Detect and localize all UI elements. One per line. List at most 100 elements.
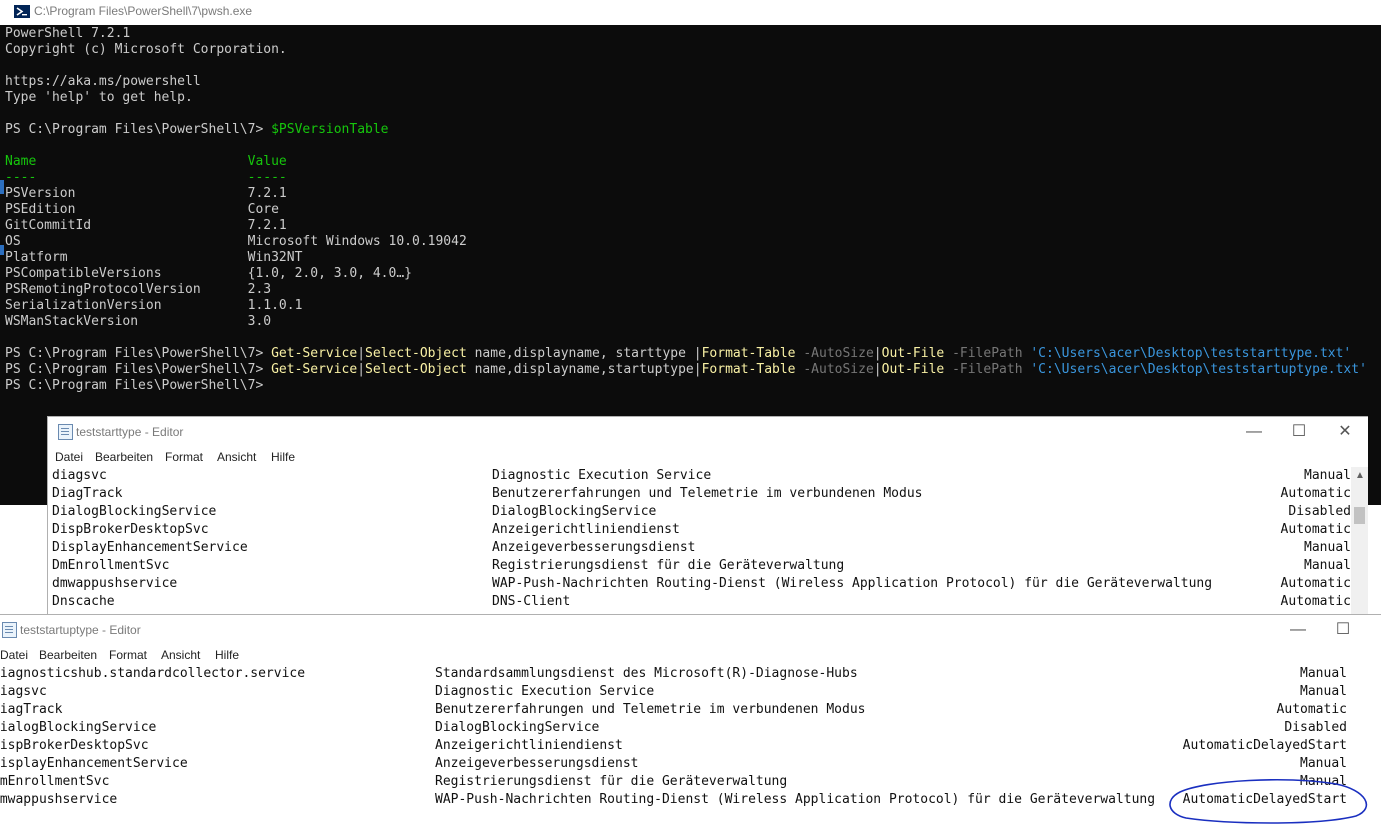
- terminal-text: |: [873, 346, 882, 361]
- service-name: DialogBlockingService: [0, 720, 157, 735]
- terminal-text: |: [693, 362, 702, 377]
- service-name: Dnscache: [52, 594, 115, 609]
- service-name: DispBrokerDesktopSvc: [52, 522, 209, 537]
- terminal-line: Copyright (c) Microsoft Corporation.: [5, 42, 1381, 58]
- menu-bearbeiten[interactable]: Bearbeiten: [95, 450, 153, 464]
- menu-hilfe[interactable]: Hilfe: [271, 450, 295, 464]
- editor-window-teststarttype[interactable]: teststarttype - Editor — ☐ ✕ Datei Bearb…: [47, 416, 1368, 615]
- service-name: diagnosticshub.standardcollector.service: [0, 666, 306, 681]
- terminal-line: Type 'help' to get help.: [5, 90, 1381, 106]
- editor-text-area[interactable]: diagsvc Diagnostic Execution Service Manua…: [52, 467, 1351, 614]
- terminal-text: -AutoSize: [795, 346, 874, 361]
- service-start-type: Disabled: [1284, 720, 1347, 735]
- terminal-text: PSEdition Core: [5, 202, 279, 217]
- scrollbar-thumb[interactable]: [1354, 507, 1365, 524]
- close-button[interactable]: ✕: [1330, 424, 1360, 440]
- menu-hilfe[interactable]: Hilfe: [215, 648, 239, 662]
- service-row: Dnscache DNS-Client Automatic: [52, 593, 1351, 611]
- service-start-type: Automatic: [1280, 486, 1351, 501]
- maximize-button[interactable]: ☐: [1284, 424, 1314, 440]
- service-display-name: Anzeigeverbesserungsdienst: [435, 756, 639, 771]
- menu-datei[interactable]: Datei: [55, 450, 83, 464]
- service-start-type: Manual: [1300, 756, 1347, 771]
- terminal-line: SerializationVersion 1.1.0.1: [5, 298, 1381, 314]
- menu-format[interactable]: Format: [165, 450, 203, 464]
- service-start-type: Manual: [1304, 468, 1351, 483]
- service-row: DisplayEnhancementService Anzeigeverbesse…: [0, 755, 1381, 773]
- service-row: DialogBlockingService DialogBlockingServi…: [0, 719, 1381, 737]
- terminal-line: PowerShell 7.2.1: [5, 26, 1381, 42]
- terminal-text: PSRemotingProtocolVersion 2.3: [5, 282, 272, 297]
- menu-bearbeiten[interactable]: Bearbeiten: [39, 648, 97, 662]
- menu-ansicht[interactable]: Ansicht: [217, 450, 256, 464]
- terminal-text: |: [357, 362, 366, 377]
- terminal-line: ---- -----: [5, 170, 1381, 186]
- menu-ansicht[interactable]: Ansicht: [161, 648, 200, 662]
- service-row: DispBrokerDesktopSvc Anzeigerichtliniendi…: [52, 521, 1351, 539]
- terminal-text: Format-Table: [701, 346, 796, 361]
- terminal-line: https://aka.ms/powershell: [5, 74, 1381, 90]
- service-display-name: WAP-Push-Nachrichten Routing-Dienst (Wir…: [492, 576, 1213, 591]
- vertical-scrollbar[interactable]: ▲: [1351, 467, 1368, 614]
- service-display-name: WAP-Push-Nachrichten Routing-Dienst (Wir…: [435, 792, 1156, 807]
- terminal-text: Name Value: [5, 154, 287, 169]
- terminal-text: Get-Service: [271, 346, 358, 361]
- terminal-text: PS C:\Program Files\PowerShell\7>: [5, 346, 272, 361]
- service-display-name: Benutzererfahrungen und Telemetrie im ve…: [435, 702, 866, 717]
- terminal-text: Select-Object: [365, 346, 467, 361]
- editor-title: teststarttype - Editor: [76, 425, 184, 439]
- scroll-up-icon[interactable]: ▲: [1355, 470, 1365, 481]
- service-start-type: Automatic: [1280, 522, 1351, 537]
- service-start-type: Manual: [1304, 558, 1351, 573]
- service-name: dmwappushservice: [52, 576, 178, 591]
- terminal-text: PowerShell 7.2.1: [5, 26, 131, 41]
- terminal-text: Copyright (c) Microsoft Corporation.: [5, 42, 287, 57]
- service-start-type: Manual: [1300, 684, 1347, 699]
- service-start-type: Automatic: [1280, 594, 1351, 609]
- service-name: DiagTrack: [52, 486, 123, 501]
- terminal-line: OS Microsoft Windows 10.0.19042: [5, 234, 1381, 250]
- terminal-text: Format-Table: [701, 362, 796, 377]
- editor-menubar: Datei Bearbeiten Format Ansicht Hilfe: [48, 448, 1368, 466]
- terminal-text: 'C:\Users\acer\Desktop\teststarttype.txt…: [1022, 346, 1352, 361]
- terminal-text: Select-Object: [365, 362, 467, 377]
- maximize-button[interactable]: ☐: [1328, 622, 1358, 638]
- menu-datei[interactable]: Datei: [0, 648, 28, 662]
- terminal-text: PS C:\Program Files\PowerShell\7>: [5, 378, 264, 393]
- terminal-line: PS C:\Program Files\PowerShell\7> $PSVer…: [5, 122, 1381, 138]
- service-row: diagsvc Diagnostic Execution Service Manua…: [0, 683, 1381, 701]
- menu-format[interactable]: Format: [109, 648, 147, 662]
- terminal-text: |: [693, 346, 702, 361]
- service-start-type: AutomaticDelayedStart: [1182, 738, 1347, 753]
- terminal-text: 'C:\Users\acer\Desktop\teststartuptype.t…: [1022, 362, 1367, 377]
- service-name: DmEnrollmentSvc: [52, 558, 170, 573]
- notepad-icon: [58, 424, 73, 440]
- terminal-line: GitCommitId 7.2.1: [5, 218, 1381, 234]
- service-row: DispBrokerDesktopSvc Anzeigerichtliniendi…: [0, 737, 1381, 755]
- minimize-button[interactable]: —: [1283, 622, 1313, 638]
- service-display-name: Anzeigeverbesserungsdienst: [492, 540, 696, 555]
- terminal-line: PS C:\Program Files\PowerShell\7>: [5, 378, 1381, 394]
- desktop-edge: [0, 245, 4, 255]
- service-display-name: DNS-Client: [492, 594, 571, 609]
- service-row: DiagTrack Benutzererfahrungen und Telemet…: [52, 485, 1351, 503]
- terminal-text: name,displayname, starttype: [466, 346, 694, 361]
- service-row: DisplayEnhancementService Anzeigeverbesse…: [52, 539, 1351, 557]
- service-name: DiagTrack: [0, 702, 63, 717]
- terminal-line: PS C:\Program Files\PowerShell\7> Get-Se…: [5, 362, 1381, 378]
- terminal-line: WSManStackVersion 3.0: [5, 314, 1381, 330]
- editor-titlebar[interactable]: teststarttype - Editor — ☐ ✕: [48, 417, 1368, 447]
- terminal-line: PSVersion 7.2.1: [5, 186, 1381, 202]
- minimize-button[interactable]: —: [1239, 424, 1269, 440]
- service-display-name: Benutzererfahrungen und Telemetrie im ve…: [492, 486, 923, 501]
- service-row: DiagTrack Benutzererfahrungen und Telemet…: [0, 701, 1381, 719]
- terminal-text: name,displayname,startuptype: [466, 362, 694, 377]
- service-row: dmwappushservice WAP-Push-Nachrichten Rou…: [52, 575, 1351, 593]
- service-display-name: Diagnostic Execution Service: [435, 684, 655, 699]
- terminal-output[interactable]: PowerShell 7.2.1 Copyright (c) Microsoft …: [5, 26, 1381, 394]
- powershell-titlebar[interactable]: C:\Program Files\PowerShell\7\pwsh.exe: [0, 0, 1381, 25]
- terminal-text: -FilePath: [944, 346, 1023, 361]
- service-display-name: Standardsammlungsdienst des Microsoft(R)…: [435, 666, 858, 681]
